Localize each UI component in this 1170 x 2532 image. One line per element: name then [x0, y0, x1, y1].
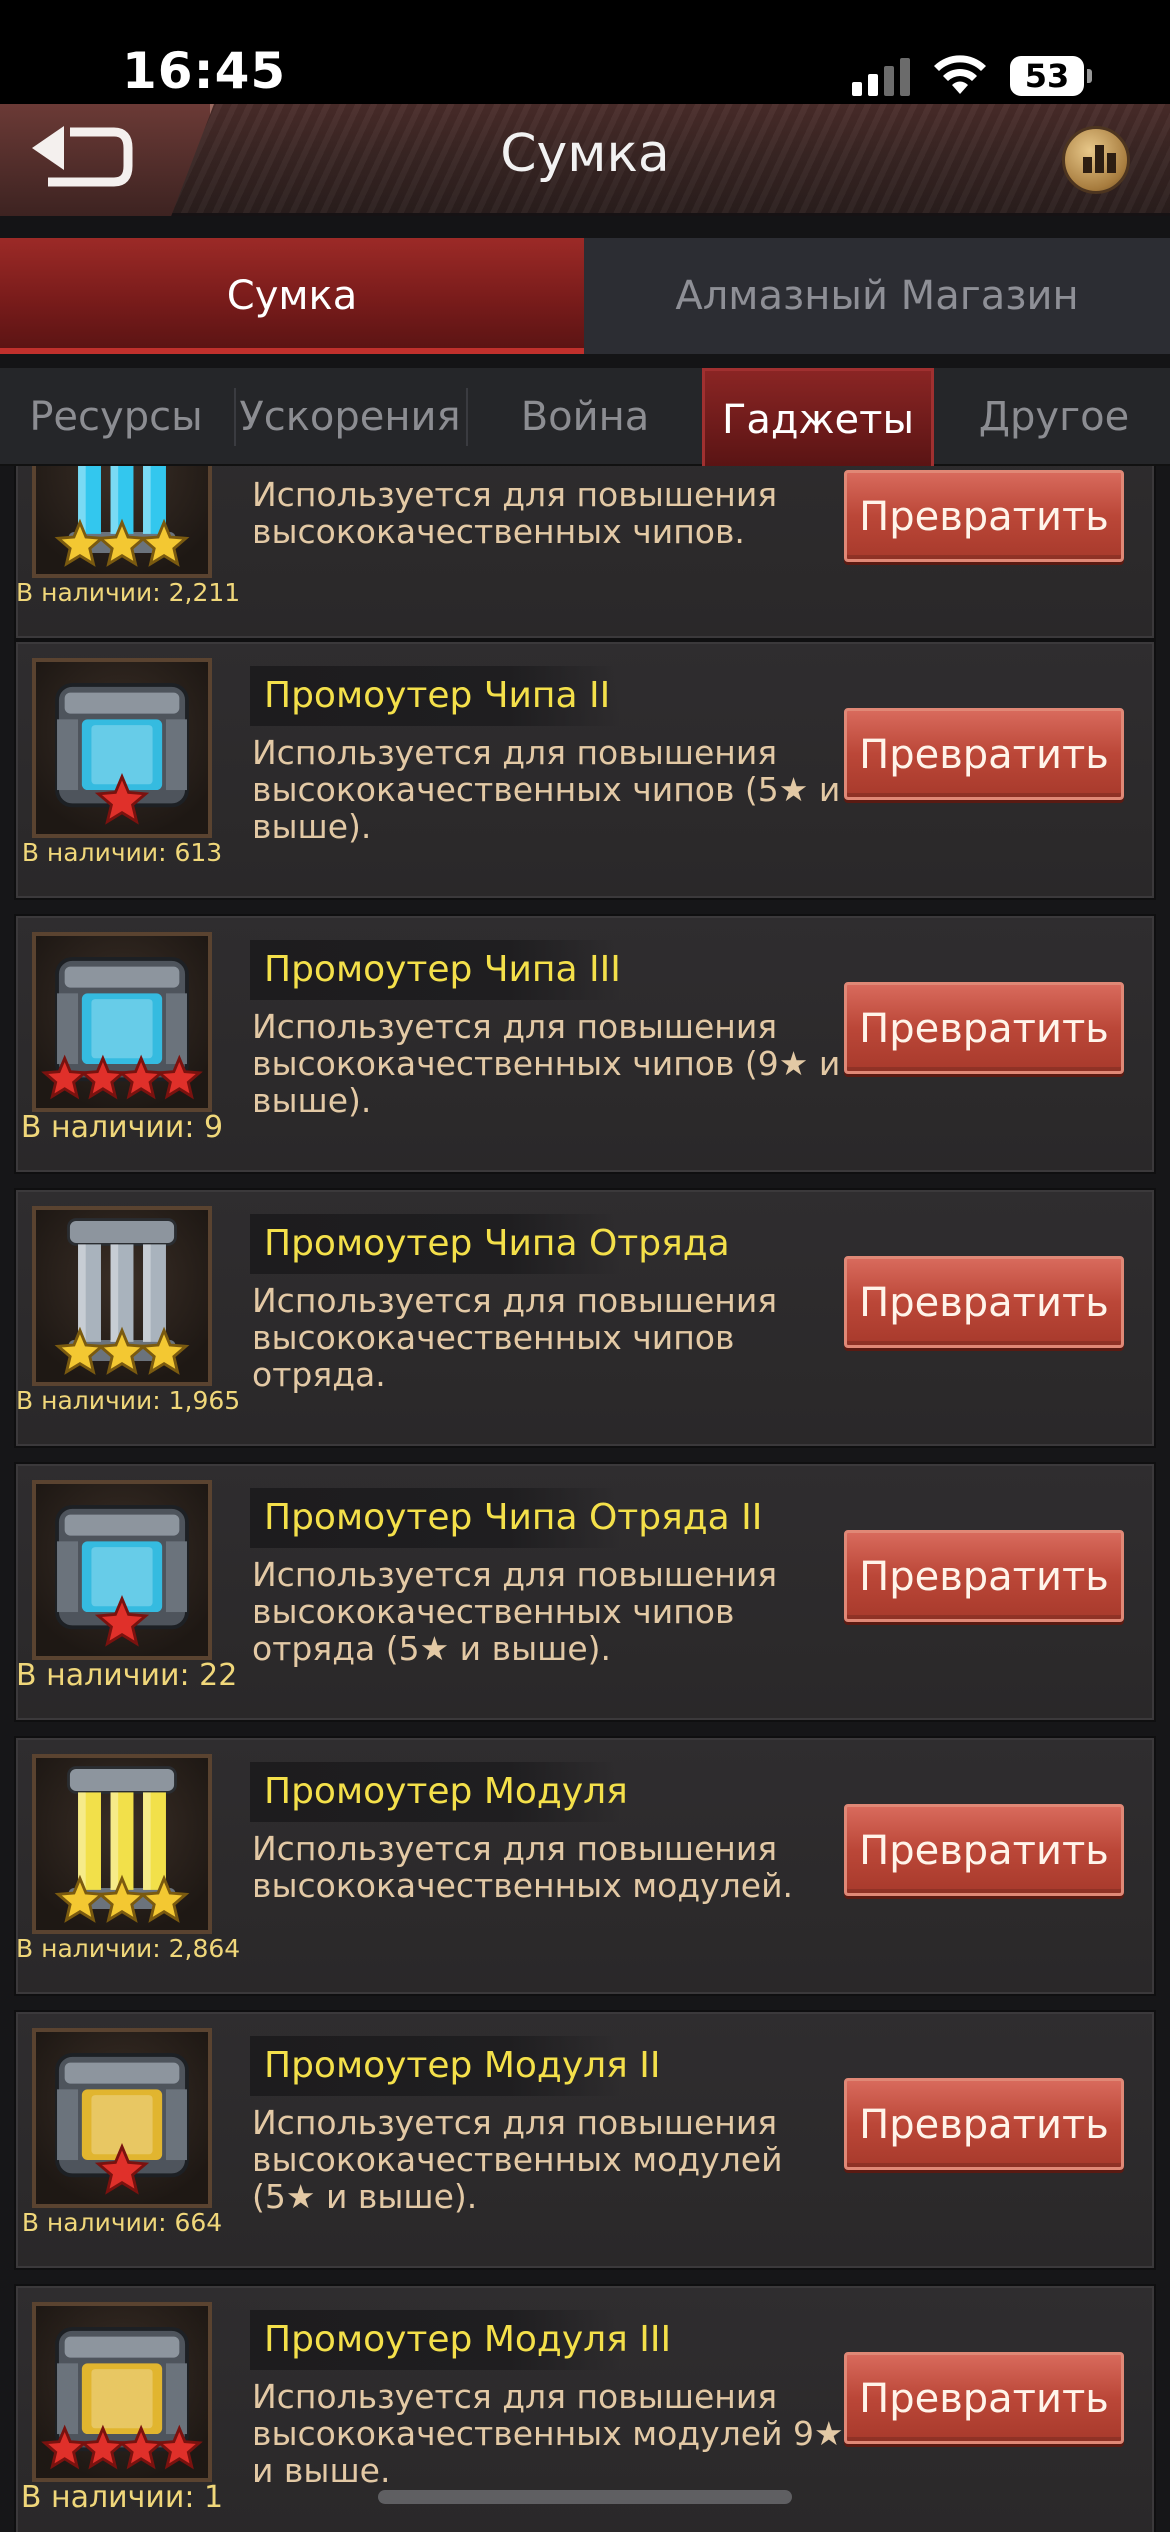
chip-promoter-blue-icon[interactable] — [32, 466, 212, 578]
item-description: Используется для повышения высококачеств… — [252, 1829, 794, 1905]
item-name: Промоутер Чипа III — [250, 940, 621, 1000]
squad-chip-promoter-icon[interactable] — [32, 1206, 212, 1386]
item-stock: В наличии: 9 — [20, 1110, 224, 1145]
cellular-signal-icon — [852, 58, 916, 96]
item-name: Промоутер Модуля II — [250, 2036, 660, 2096]
convert-button[interactable]: Превратить — [844, 470, 1124, 562]
item-card: В наличии: 9 Промоутер Чипа III Использует… — [14, 914, 1156, 1174]
chip-promoter-blue-box-icon[interactable] — [32, 658, 212, 838]
tab-other[interactable]: Другое — [938, 368, 1170, 466]
item-name: Промоутер Модуля III — [250, 2310, 671, 2370]
item-name: Промоутер Чипа II — [250, 666, 620, 726]
status-bar: 16:45 53 — [0, 0, 1170, 104]
page-title: Сумка — [500, 124, 670, 184]
module-promoter-yellow-icon[interactable] — [32, 1754, 212, 1934]
category-tabs: Ресурсы Ускорения Война Гаджеты Другое — [0, 368, 1170, 466]
home-indicator[interactable] — [378, 2490, 792, 2504]
item-name: Промоутер Чипа Отряда — [250, 1214, 730, 1274]
convert-button[interactable]: Превратить — [844, 982, 1124, 1074]
item-stock: В наличии: 664 — [21, 2208, 223, 2237]
item-stock: В наличии: 1,965 — [16, 1386, 241, 1415]
item-card: В наличии: 2,211 Используется для повышен… — [14, 466, 1156, 640]
item-description: Используется для повышения высококачеств… — [252, 1007, 841, 1120]
battery-tip — [1087, 69, 1092, 83]
item-card: В наличии: 664 Промоутер Модуля II Использ… — [14, 2010, 1156, 2270]
item-list[interactable]: В наличии: 2,211 Используется для повышен… — [0, 466, 1170, 2532]
tab-divider — [466, 388, 468, 446]
convert-button[interactable]: Превратить — [844, 1804, 1124, 1896]
tab-speedups[interactable]: Ускорения — [236, 368, 464, 466]
chip-promoter-blue-crate-icon[interactable] — [32, 932, 212, 1112]
tab-diamond-shop[interactable]: Алмазный Магазин — [584, 238, 1170, 354]
item-name: Промоутер Чипа Отряда II — [250, 1488, 762, 1548]
convert-button[interactable]: Превратить — [844, 2352, 1124, 2444]
item-card: В наличии: 613 Промоутер Чипа II Используе… — [14, 640, 1156, 900]
status-time: 16:45 — [122, 42, 287, 100]
item-description: Используется для повышения высококачеств… — [252, 1281, 778, 1394]
item-card: В наличии: 22 Промоутер Чипа Отряда II Исп… — [14, 1462, 1156, 1722]
item-card: В наличии: 1,965 Промоутер Чипа Отряда Исп… — [14, 1188, 1156, 1448]
tab-bag[interactable]: Сумка — [0, 238, 584, 354]
battery-level: 53 — [1010, 56, 1084, 96]
module-promoter-yellow-box-icon[interactable] — [32, 2028, 212, 2208]
item-stock: В наличии: 1 — [20, 2480, 224, 2515]
item-description: Используется для повышения высококачеств… — [252, 2103, 783, 2216]
item-stock: В наличии: 22 — [16, 1658, 238, 1693]
item-stock: В наличии: 613 — [21, 838, 223, 867]
wifi-icon — [934, 55, 986, 94]
convert-button[interactable]: Превратить — [844, 1256, 1124, 1348]
item-description: Используется для повышения высококачеств… — [252, 733, 841, 846]
item-description: Используется для повышения высококачеств… — [252, 475, 778, 551]
tab-gadgets[interactable]: Гаджеты — [702, 368, 934, 466]
convert-button[interactable]: Превратить — [844, 1530, 1124, 1622]
item-description: Используется для повышения высококачеств… — [252, 1555, 778, 1668]
item-name: Промоутер Модуля — [250, 1762, 628, 1822]
squad-chip-promoter-box-icon[interactable] — [32, 1480, 212, 1660]
item-card: В наличии: 2,864 Промоутер Модуля Использу… — [14, 1736, 1156, 1996]
tab-resources[interactable]: Ресурсы — [0, 368, 232, 466]
item-stock: В наличии: 2,211 — [16, 578, 241, 607]
leaderboard-button[interactable] — [1062, 126, 1130, 194]
module-promoter-yellow-crate-icon[interactable] — [32, 2302, 212, 2482]
item-stock: В наличии: 2,864 — [16, 1934, 241, 1963]
leaderboard-icon — [1083, 157, 1092, 173]
main-tabs: Сумка Алмазный Магазин — [0, 238, 1170, 354]
convert-button[interactable]: Превратить — [844, 708, 1124, 800]
item-description: Используется для повышения высококачеств… — [252, 2377, 844, 2490]
convert-button[interactable]: Превратить — [844, 2078, 1124, 2170]
header: Сумка — [0, 104, 1170, 216]
tab-war[interactable]: Война — [470, 368, 700, 466]
